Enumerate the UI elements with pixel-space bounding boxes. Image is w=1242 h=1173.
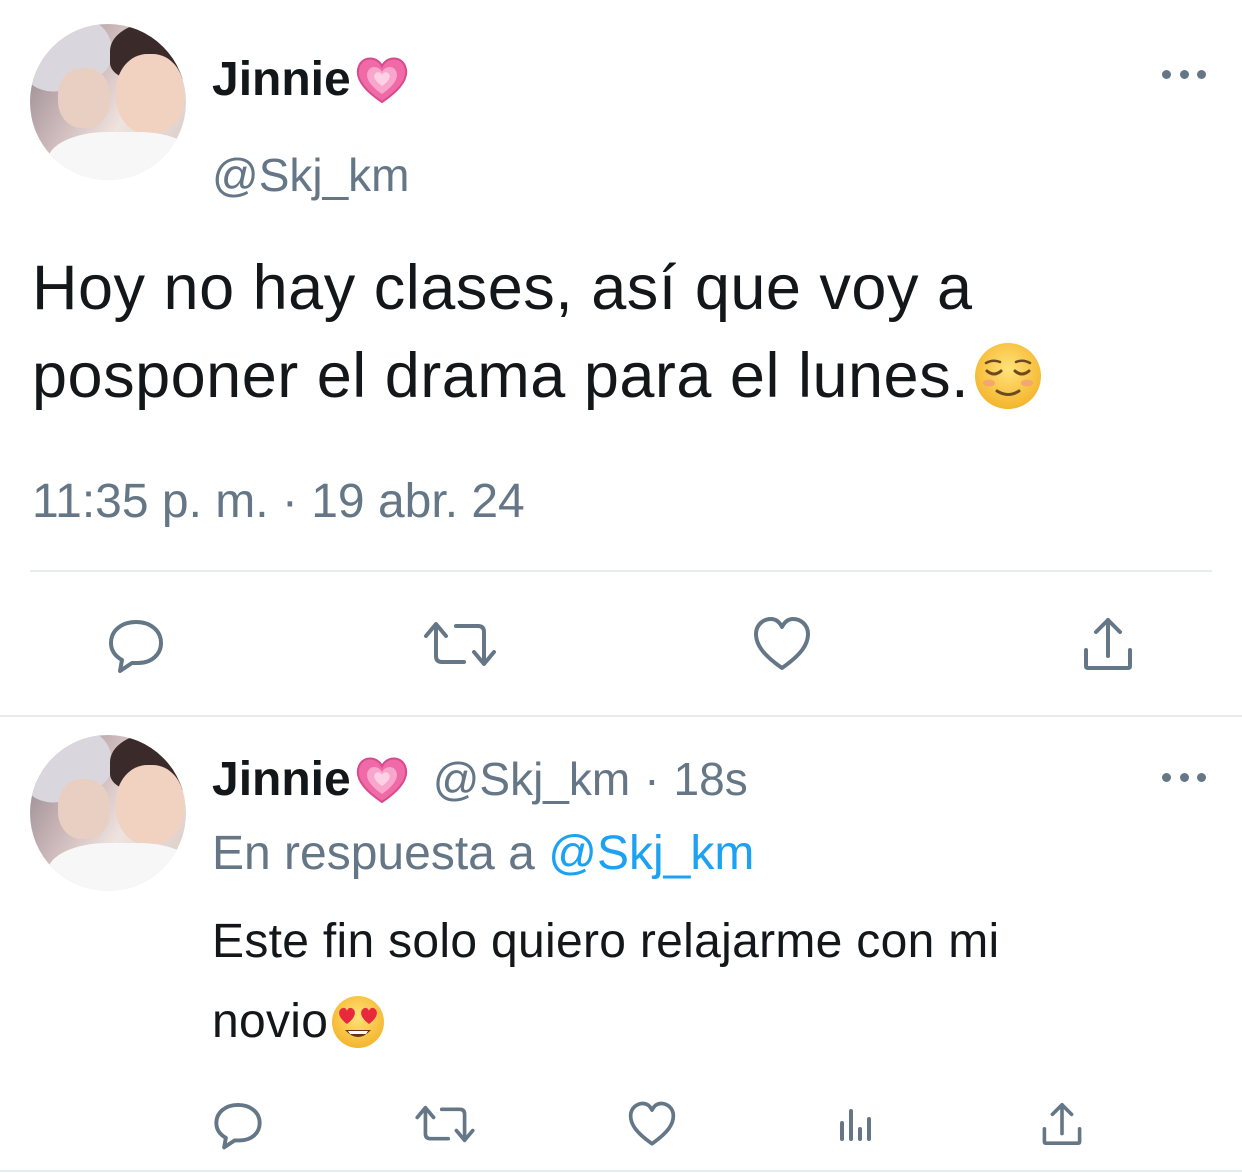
share-icon[interactable] [1076,612,1140,676]
reply-text: Este fin solo quiero relajarme con mi no… [212,902,1222,1062]
reply-header: Jinnie @Skj_km · 18s [212,750,748,808]
reply-text-line: novio [212,995,329,1048]
replying-to-label: En respuesta a [212,827,535,880]
reply-icon[interactable] [104,612,168,676]
tweet-text: Hoy no hay clases, así que voy a pospone… [32,244,1232,420]
heart-eyes-face-icon [330,994,386,1050]
display-name[interactable]: Jinnie [212,52,351,107]
reply-icon[interactable] [210,1096,266,1152]
retweet-icon[interactable] [412,1096,478,1152]
more-options-icon[interactable] [1162,67,1206,81]
sparkling-heart-icon [353,750,411,808]
separator-dot: · [644,753,660,805]
more-options-icon[interactable] [1162,770,1206,784]
replying-to: En respuesta a @Skj_km [212,826,754,881]
display-name[interactable]: Jinnie [212,752,351,807]
avatar[interactable] [30,24,186,180]
author-handle[interactable]: @Skj_km [433,752,631,806]
divider [0,1170,1242,1172]
reply-text-line: Este fin solo quiero relajarme con mi [212,915,1000,968]
avatar[interactable] [30,735,186,891]
divider [0,715,1242,717]
tweet-text-line: Hoy no hay clases, así que voy a [32,253,973,323]
like-icon[interactable] [624,1096,680,1152]
like-icon[interactable] [750,612,814,676]
tweet-text-line: posponer el drama para el lunes. [32,341,970,411]
author-name-row[interactable]: Jinnie [212,50,411,108]
analytics-icon[interactable] [828,1096,884,1152]
tweet-timestamp[interactable]: 11:35 p. m. · 19 abr. 24 [32,474,525,529]
sparkling-heart-icon [353,50,411,108]
author-handle[interactable]: @Skj_km [212,148,410,202]
replying-to-link[interactable]: @Skj_km [548,827,754,880]
share-icon[interactable] [1034,1096,1090,1152]
relieved-face-icon [973,341,1043,411]
tweet-age[interactable]: 18s [674,752,748,806]
retweet-icon[interactable] [420,612,500,676]
divider [30,570,1212,572]
